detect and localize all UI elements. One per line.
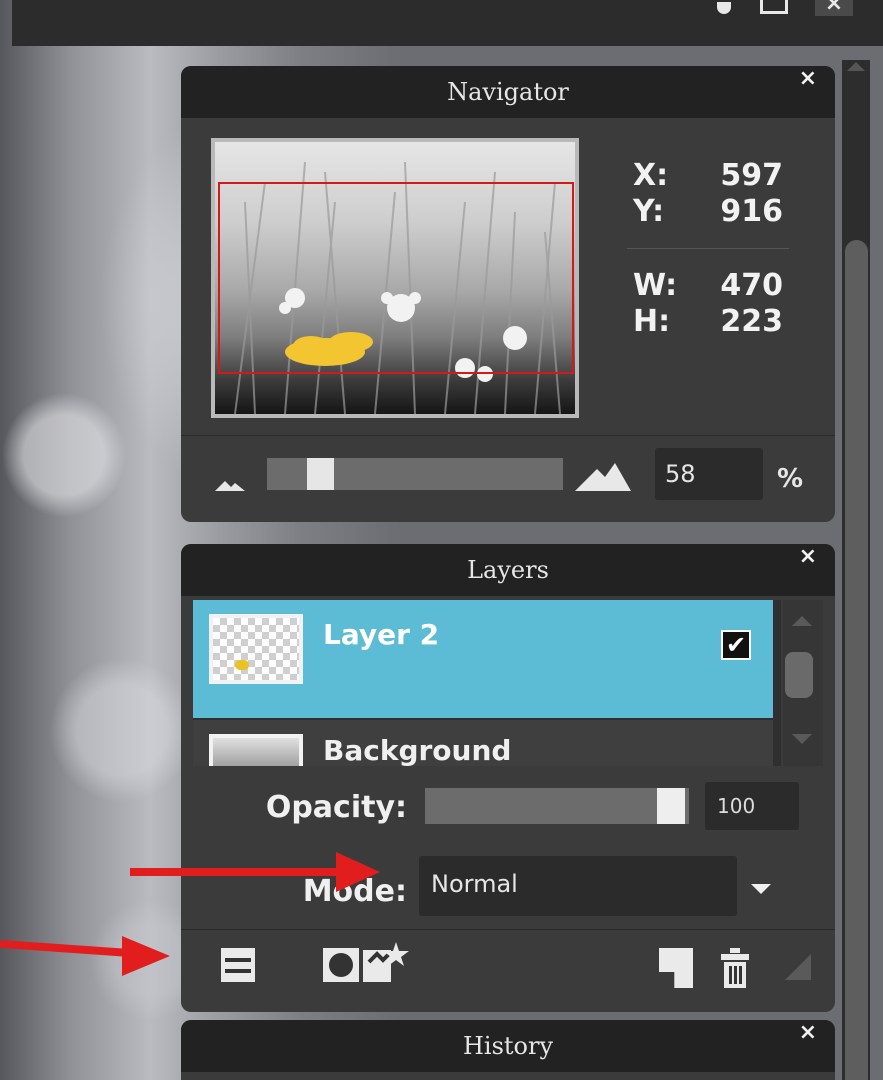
coords-divider (627, 248, 789, 249)
minimize-icon[interactable] (717, 2, 731, 14)
layer-mask-icon[interactable] (323, 948, 359, 982)
layer-row-layer-2[interactable]: Layer 2 ✔ (193, 600, 773, 718)
layer-list: Layer 2 ✔ Background (193, 600, 781, 766)
navigator-title: Navigator (447, 78, 569, 106)
popout-icon[interactable] (760, 0, 788, 14)
layers-scrollbar-thumb[interactable] (785, 652, 813, 698)
layers-panel: Layers × Layer 2 ✔ Background Opacity: 1… (181, 544, 835, 1012)
window-close-button[interactable]: × (815, 0, 853, 16)
blend-mode-select[interactable]: Normal (419, 856, 737, 916)
x-value: 597 (720, 158, 783, 193)
mode-label: Mode: (302, 874, 407, 909)
w-value: 470 (720, 268, 783, 303)
history-header[interactable]: History × (181, 1020, 835, 1072)
opacity-input[interactable]: 100 (705, 782, 799, 830)
zoom-unit-label: % (777, 464, 804, 494)
history-panel: History × (181, 1020, 835, 1080)
layers-title: Layers (467, 556, 549, 584)
opacity-label: Opacity: (265, 790, 407, 825)
layers-close-button[interactable]: × (799, 544, 817, 596)
layer-effects-icon[interactable] (363, 942, 409, 982)
history-title: History (462, 1032, 554, 1060)
zoom-input[interactable]: 58 (655, 448, 763, 500)
layer-thumbnail (209, 614, 303, 684)
navigator-panel: Navigator × X: 597 Y: 916 W: 470 H: 223 … (181, 66, 835, 522)
resize-handle-icon[interactable] (785, 954, 811, 980)
navigator-header[interactable]: Navigator × (181, 66, 835, 118)
viewport-frame[interactable] (218, 182, 574, 374)
zoom-slider-thumb[interactable] (307, 458, 334, 490)
top-bar: × (12, 0, 883, 46)
annotation-arrowhead (336, 852, 380, 892)
layer-name: Layer 2 (323, 618, 440, 651)
scroll-up-icon[interactable] (847, 62, 865, 71)
layer-name: Background (323, 734, 512, 766)
opacity-slider-thumb[interactable] (657, 788, 685, 824)
layers-divider (181, 929, 835, 930)
chevron-down-icon[interactable] (751, 884, 771, 894)
opacity-slider-track[interactable] (425, 788, 689, 824)
zoom-out-icon[interactable] (215, 477, 245, 491)
navigator-preview[interactable] (211, 138, 579, 418)
annotation-arrowhead (122, 936, 170, 976)
h-value: 223 (720, 304, 783, 339)
navigator-close-button[interactable]: × (799, 66, 817, 118)
zoom-in-icon[interactable] (575, 461, 631, 493)
layers-header[interactable]: Layers × (181, 544, 835, 596)
layer-content-marker (235, 660, 249, 670)
scroll-down-icon[interactable] (792, 734, 812, 744)
new-layer-icon[interactable] (659, 948, 693, 988)
navigator-divider (181, 435, 835, 436)
history-close-button[interactable]: × (799, 1020, 817, 1072)
y-value: 916 (720, 194, 783, 229)
annotation-arrow-mode (130, 868, 350, 876)
panel-scrollbar-thumb[interactable] (845, 240, 868, 1080)
layer-visibility-checkbox[interactable]: ✔ (721, 630, 751, 660)
trash-icon[interactable] (721, 948, 749, 988)
scroll-up-icon[interactable] (792, 616, 812, 626)
layer-thumbnail (209, 734, 303, 766)
adjustments-icon[interactable] (221, 948, 255, 982)
